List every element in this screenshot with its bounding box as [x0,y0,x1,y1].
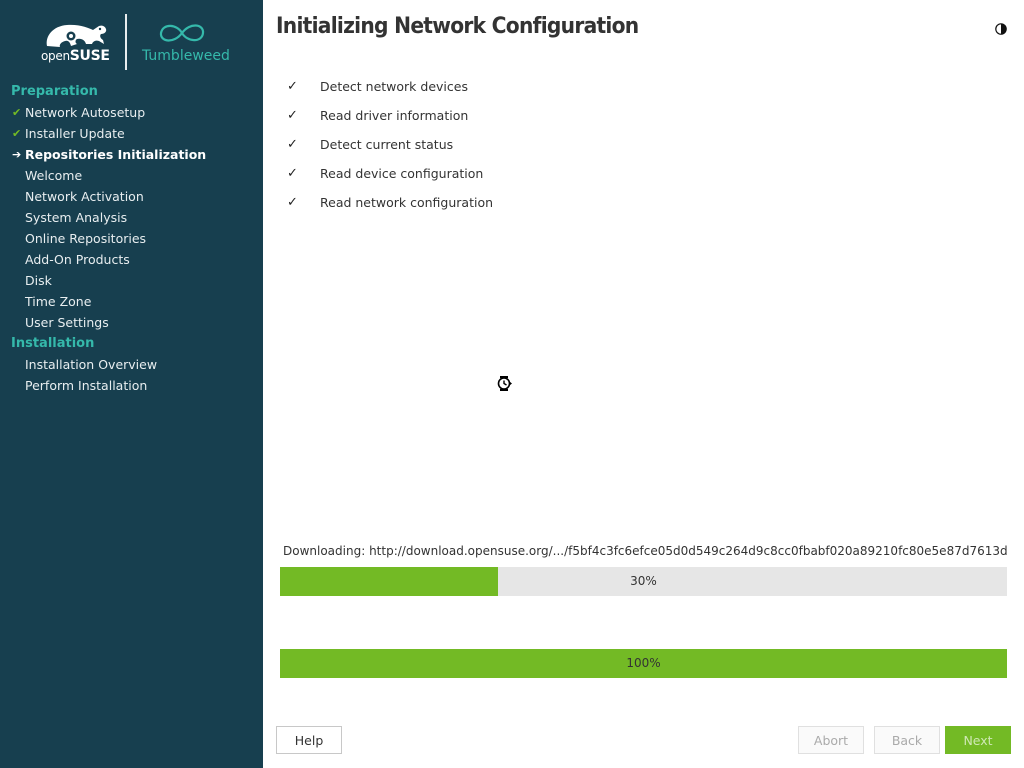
checklist-label: Detect current status [320,137,454,152]
check-icon: ✓ [287,137,298,152]
step-label: Welcome [25,168,83,183]
theme-toggle-button[interactable] [992,20,1010,38]
progress-percent: 100% [626,656,661,670]
download-status-text: Downloading: http://download.opensuse.or… [283,544,1007,558]
installation-steps: Preparation ✔ Network Autosetup ✔ Installe… [0,81,263,396]
sidebar: openSUSE Tumbleweed Preparation ✔ Network… [0,0,263,768]
section-title-installation: Installation [11,336,95,351]
step-user-settings: User Settings [0,312,263,333]
step-label: Network Activation [25,189,144,204]
step-label: Installation Overview [25,357,158,372]
total-progress-bar: 100% [280,649,1007,678]
step-network-autosetup: ✔ Network Autosetup [0,102,263,123]
infinity-logo-icon [159,24,205,42]
chameleon-logo-icon [46,24,107,47]
step-label: Perform Installation [25,378,148,393]
step-network-activation: Network Activation [0,186,263,207]
step-label: System Analysis [25,210,128,225]
brand-name: openSUSE [41,48,110,64]
check-icon: ✓ [287,195,298,210]
help-button-label: Help [294,733,324,748]
checklist-label: Read device configuration [320,166,484,181]
abort-button[interactable]: Abort [798,726,864,754]
step-perform-installation: Perform Installation [0,375,263,396]
step-installation-overview: Installation Overview [0,354,263,375]
step-add-on-products: Add-On Products [0,249,263,270]
half-moon-icon [995,23,1007,35]
check-icon: ✓ [287,166,298,181]
busy-cursor-icon [497,376,512,391]
step-disk: Disk [0,270,263,291]
help-button[interactable]: Help [276,726,342,754]
logo-area: openSUSE Tumbleweed [0,0,263,80]
next-button-label: Next [963,733,993,748]
step-label: Disk [25,273,52,288]
logo-divider [125,14,127,70]
step-label: Online Repositories [25,231,147,246]
check-icon: ✔ [12,127,22,140]
main-content: Initializing Network Configuration ✓ Dete… [263,0,1024,768]
check-icon: ✔ [12,106,22,119]
step-welcome: Welcome [0,165,263,186]
step-label: Time Zone [25,294,92,309]
step-label: User Settings [25,315,109,330]
step-repositories-initialization: ➔ Repositories Initialization [0,144,263,165]
step-label: Add-On Products [25,252,130,267]
step-system-analysis: System Analysis [0,207,263,228]
checklist-label: Read network configuration [320,195,494,210]
product-name: Tumbleweed [142,48,230,64]
step-installer-update: ✔ Installer Update [0,123,263,144]
page-title: Initializing Network Configuration [276,14,639,39]
checklist-label: Detect network devices [320,79,468,94]
step-time-zone: Time Zone [0,291,263,312]
next-button[interactable]: Next [945,726,1011,754]
step-label: Network Autosetup [25,105,146,120]
step-label: Installer Update [25,126,125,141]
arrow-right-icon: ➔ [12,148,22,161]
progress-percent: 30% [630,574,657,588]
checklist-label: Read driver information [320,108,469,123]
back-button[interactable]: Back [874,726,940,754]
back-button-label: Back [891,733,923,748]
step-label: Repositories Initialization [25,147,207,162]
check-icon: ✓ [287,108,298,123]
section-title-preparation: Preparation [11,84,98,99]
download-progress-bar: 30% [280,567,1007,596]
step-online-repositories: Online Repositories [0,228,263,249]
check-icon: ✓ [287,79,298,94]
abort-button-label: Abort [813,733,849,748]
